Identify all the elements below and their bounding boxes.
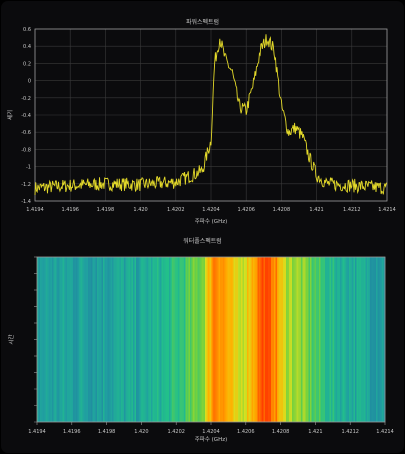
waterfall-chart: 1.4194 1.4196 1.4198 1.420 1.4202 1.4204 1.420… (7, 256, 394, 443)
x-tick-label: 1.4204 (202, 429, 220, 435)
y-axis-label: 시간 (7, 334, 15, 344)
x-tick-label: 1.4206 (237, 429, 255, 435)
x-tick-label: 1.420 (134, 429, 148, 435)
x-axis-label: 주파수 (GHz) (195, 435, 228, 443)
x-tick-label: 1.4214 (376, 429, 394, 435)
x-tick-label: 1.4198 (98, 429, 116, 435)
x-tick-label: 1.4212 (341, 429, 359, 435)
spectrum-viewer: 파워스펙트럼 0.6 0.4 0.2 0 -0.2 -0.4 -0.6 -0.8 -1 -1.2-… (1, 1, 404, 453)
x-tick-label: 1.421 (308, 429, 322, 435)
x-tick-label: 1.4202 (167, 429, 185, 435)
x-tick-label: 1.4196 (63, 429, 81, 435)
waterfall-columns (37, 257, 386, 422)
x-tick-label: 1.4208 (272, 429, 290, 435)
x-tick-label: 1.4194 (28, 429, 46, 435)
